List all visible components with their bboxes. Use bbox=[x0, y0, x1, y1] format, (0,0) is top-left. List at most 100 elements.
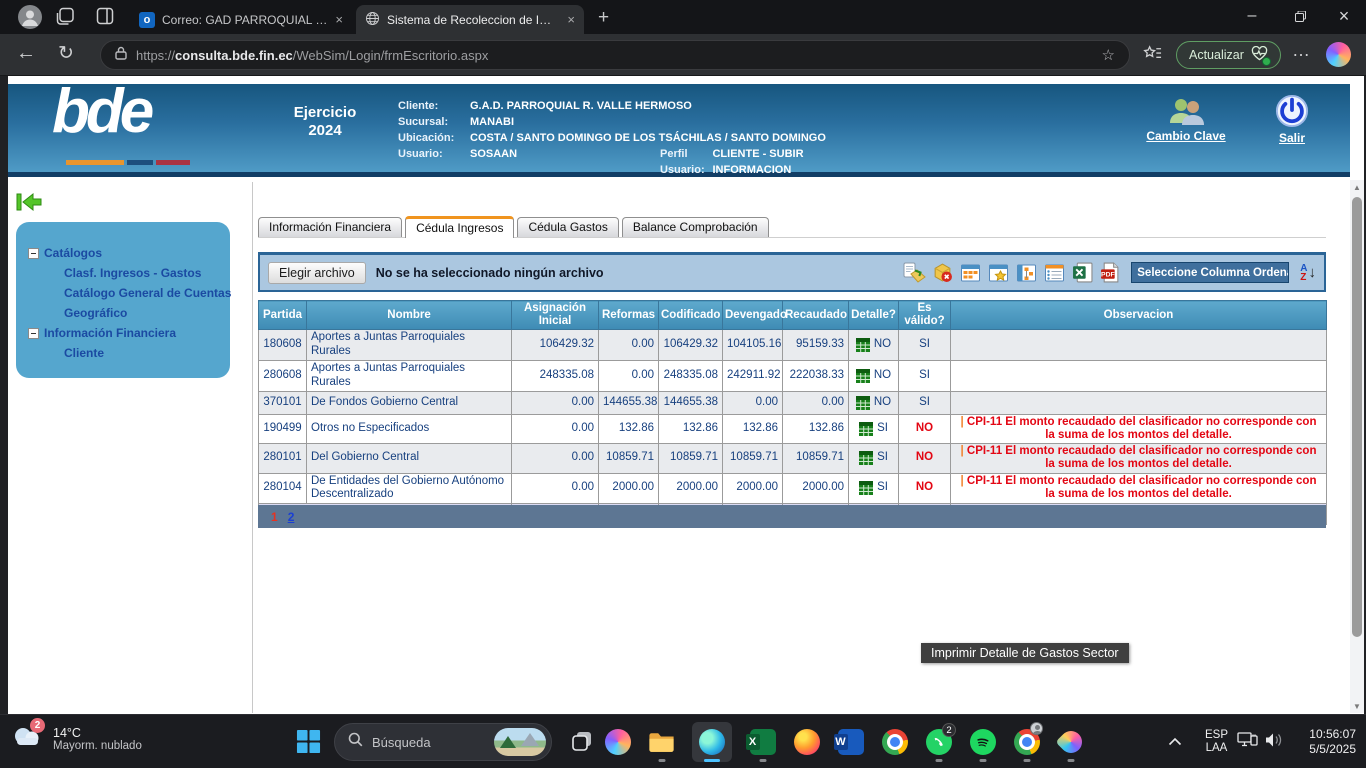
word-taskbar-icon[interactable]: W bbox=[837, 722, 864, 762]
workspaces-icon[interactable] bbox=[56, 7, 75, 26]
delete-file-icon[interactable] bbox=[931, 262, 954, 284]
paint-taskbar-icon[interactable] bbox=[1057, 722, 1084, 762]
sucursal-value: MANABI bbox=[470, 114, 514, 130]
sort-column-select[interactable]: Seleccione Columna Ordenar ▼ bbox=[1131, 262, 1289, 283]
copilot-taskbar-icon[interactable] bbox=[604, 722, 631, 762]
export-pdf-icon[interactable]: PDF bbox=[1099, 262, 1122, 284]
start-button[interactable] bbox=[296, 729, 321, 759]
scroll-down-icon[interactable]: ▼ bbox=[1350, 699, 1364, 713]
weather-widget[interactable]: 2 14°CMayorm. nublado bbox=[10, 723, 142, 754]
table-row: 180608Aportes a Juntas Parroquiales Rura… bbox=[259, 330, 1327, 361]
collapse-menu-icon[interactable] bbox=[16, 192, 42, 217]
spotify-taskbar-icon[interactable] bbox=[969, 722, 996, 762]
table-row: 190499Otros no Especificados0.00132.8613… bbox=[259, 414, 1327, 443]
browser-tab-site[interactable]: Sistema de Recoleccion de Inform × bbox=[356, 5, 584, 34]
bookmark-star-icon[interactable]: ☆ bbox=[1102, 46, 1115, 64]
edge-taskbar-icon[interactable] bbox=[692, 722, 732, 762]
scroll-up-icon[interactable]: ▲ bbox=[1350, 180, 1364, 194]
detail-grid-icon[interactable] bbox=[856, 369, 870, 383]
language-indicator[interactable]: ESPLAA bbox=[1205, 729, 1228, 755]
chrome-taskbar-icon[interactable] bbox=[881, 722, 908, 762]
minimize-button[interactable]: – bbox=[1230, 0, 1274, 32]
search-placeholder: Búsqueda bbox=[372, 735, 485, 750]
tab-informacion-financiera[interactable]: Información Financiera bbox=[258, 217, 402, 237]
print-tooltip: Imprimir Detalle de Gastos Sector bbox=[921, 643, 1129, 663]
page-2-link[interactable]: 2 bbox=[288, 510, 295, 524]
sidebar-item-geografico[interactable]: Geográfico bbox=[64, 306, 127, 320]
sidebar-item-catalogo-general-cuentas[interactable]: Catálogo General de Cuentas bbox=[64, 286, 231, 300]
tree-view-icon[interactable] bbox=[1015, 262, 1038, 284]
upload-file-icon[interactable] bbox=[903, 262, 926, 284]
pagination-bar: 1 2 bbox=[258, 505, 1326, 528]
close-window-button[interactable]: × bbox=[1322, 0, 1366, 32]
list-view-icon[interactable] bbox=[1043, 262, 1066, 284]
sidebar-item-informacion-financiera[interactable]: Información Financiera bbox=[44, 326, 176, 340]
tray-chevron-up-icon[interactable] bbox=[1168, 733, 1182, 751]
upload-toolbar: Elegir archivo No se ha seleccionado nin… bbox=[258, 252, 1326, 292]
salir-link[interactable]: Salir bbox=[1262, 94, 1322, 145]
file-explorer-icon[interactable] bbox=[648, 722, 675, 762]
browser-tab-mail[interactable]: o Correo: GAD PARROQUIAL VALLE × bbox=[130, 5, 352, 34]
address-bar[interactable]: https://consulta.bde.fin.ec/WebSim/Login… bbox=[100, 40, 1130, 70]
close-tab-icon[interactable]: × bbox=[567, 12, 575, 27]
sidebar-item-clasf-ingresos-gastos[interactable]: Clasf. Ingresos - Gastos bbox=[64, 266, 201, 280]
restore-button[interactable] bbox=[1278, 0, 1322, 32]
health-icon bbox=[1251, 46, 1268, 64]
detail-grid-icon[interactable] bbox=[859, 451, 873, 465]
taskbar: 2 14°CMayorm. nublado Búsqueda X W 2 bbox=[0, 714, 1366, 768]
detail-grid-icon[interactable] bbox=[859, 481, 873, 495]
cliente-value: G.A.D. PARROQUIAL R. VALLE HERMOSO bbox=[470, 98, 692, 114]
excel-taskbar-icon[interactable]: X bbox=[749, 722, 776, 762]
detail-grid-icon[interactable] bbox=[856, 338, 870, 352]
collapse-node-icon[interactable] bbox=[28, 328, 39, 339]
volume-icon[interactable] bbox=[1264, 732, 1284, 753]
tab-cedula-ingresos[interactable]: Cédula Ingresos bbox=[405, 216, 514, 238]
network-icon[interactable] bbox=[1237, 731, 1258, 753]
refresh-icon[interactable]: ↻ bbox=[58, 42, 74, 65]
taskbar-apps: X W 2 bbox=[604, 720, 1084, 764]
detail-grid-icon[interactable] bbox=[859, 422, 873, 436]
site-header: bde Ejercicio2024 Cliente:G.A.D. PARROQU… bbox=[8, 84, 1350, 177]
new-tab-button[interactable]: + bbox=[598, 7, 609, 29]
export-excel-icon[interactable] bbox=[1071, 262, 1094, 284]
whatsapp-taskbar-icon[interactable]: 2 bbox=[925, 722, 952, 762]
sort-az-icon[interactable]: AZ↓ bbox=[1300, 264, 1316, 282]
url-text: https://consulta.bde.fin.ec/WebSim/Login… bbox=[136, 48, 488, 63]
profile-avatar[interactable] bbox=[18, 5, 42, 29]
ubicacion-value: COSTA / SANTO DOMINGO DE LOS TSÁCHILAS /… bbox=[470, 130, 826, 146]
cambio-clave-link[interactable]: Cambio Clave bbox=[1136, 96, 1236, 143]
browser-menu-icon[interactable]: … bbox=[1292, 40, 1311, 61]
tab-balance-comprobacion[interactable]: Balance Comprobación bbox=[622, 217, 769, 237]
file-status-text: No se ha seleccionado ningún archivo bbox=[376, 266, 604, 280]
sidebar-item-cliente[interactable]: Cliente bbox=[64, 346, 104, 360]
lock-icon bbox=[115, 46, 127, 65]
tab-cedula-gastos[interactable]: Cédula Gastos bbox=[517, 217, 618, 237]
collapse-node-icon[interactable] bbox=[28, 248, 39, 259]
back-icon[interactable]: ← bbox=[16, 42, 36, 65]
new-window-star-icon[interactable] bbox=[987, 262, 1010, 284]
chrome-profile-taskbar-icon[interactable] bbox=[1013, 722, 1040, 762]
grid-view-icon[interactable] bbox=[959, 262, 982, 284]
usuario-value: SOSAAN bbox=[470, 146, 517, 162]
scrollbar-thumb[interactable] bbox=[1352, 197, 1362, 637]
tab-actions-icon[interactable] bbox=[96, 7, 114, 25]
actualizar-label: Actualizar bbox=[1189, 48, 1244, 62]
detail-grid-icon[interactable] bbox=[856, 396, 870, 410]
firefox-taskbar-icon[interactable] bbox=[793, 722, 820, 762]
close-tab-icon[interactable]: × bbox=[335, 12, 343, 27]
client-info: Cliente:G.A.D. PARROQUIAL R. VALLE HERMO… bbox=[398, 98, 826, 162]
copilot-icon[interactable] bbox=[1326, 42, 1351, 67]
search-input[interactable]: Búsqueda bbox=[334, 723, 552, 761]
logo-bars bbox=[66, 160, 190, 165]
table-row: 280608Aportes a Juntas Parroquiales Rura… bbox=[259, 361, 1327, 392]
task-view-icon[interactable] bbox=[570, 729, 594, 758]
actualizar-button[interactable]: Actualizar bbox=[1176, 41, 1281, 69]
sidebar-item-catalogos[interactable]: Catálogos bbox=[44, 246, 102, 260]
choose-file-button[interactable]: Elegir archivo bbox=[268, 262, 366, 284]
clock[interactable]: 10:56:075/5/2025 bbox=[1284, 727, 1356, 757]
whatsapp-badge: 2 bbox=[942, 723, 956, 737]
search-highlight-image bbox=[494, 728, 546, 756]
favorites-icon[interactable] bbox=[1143, 44, 1162, 63]
perfil-value: CLIENTE - SUBIR INFORMACION bbox=[712, 146, 825, 178]
page-scrollbar[interactable]: ▲ ▼ bbox=[1350, 180, 1364, 713]
